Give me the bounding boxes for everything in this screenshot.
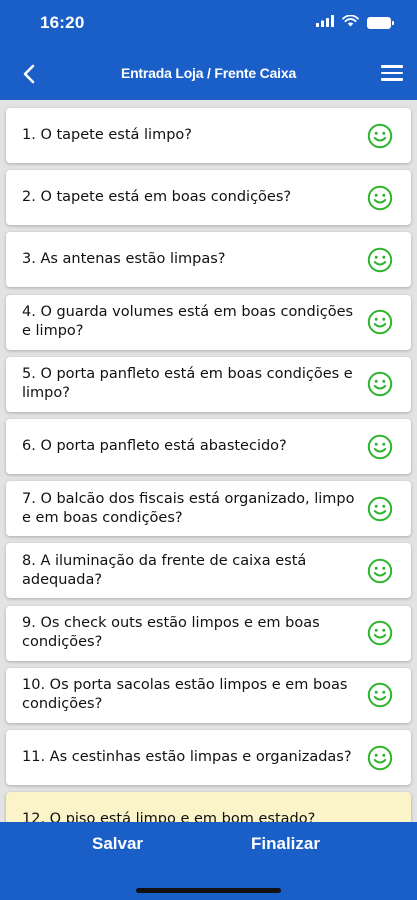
checklist-item[interactable]: 4. O guarda volumes está em boas condiçõ… bbox=[6, 294, 411, 350]
checklist-item-text: 3. As antenas estão limpas? bbox=[22, 251, 226, 268]
checklist-item[interactable]: 5. O porta panfleto está em boas condiçõ… bbox=[6, 356, 411, 412]
battery-icon bbox=[367, 17, 394, 29]
checklist-item[interactable]: 3. As antenas estão limpas? bbox=[6, 232, 411, 288]
checklist-item[interactable]: 10. Os porta sacolas estão limpos e em b… bbox=[6, 667, 411, 723]
checklist[interactable]: 1. O tapete está limpo? 2. O tapete está … bbox=[0, 100, 417, 822]
home-indicator bbox=[136, 888, 281, 893]
checklist-item-text: 2. O tapete está em boas condições? bbox=[22, 189, 292, 206]
checklist-item[interactable]: 8. A iluminação da frente de caixa está … bbox=[6, 543, 411, 599]
status-time: 16:20 bbox=[40, 13, 85, 32]
checklist-item-text: 11. As cestinhas estão limpas e organiza… bbox=[22, 749, 352, 765]
checklist-item[interactable]: 9. Os check outs estão limpos e em boas … bbox=[6, 605, 411, 661]
page-title: Entrada Loja / Frente Caixa bbox=[120, 65, 297, 81]
top-bar: 16:20 Entrada Loja / Frente Caixa bbox=[0, 0, 417, 100]
checklist-item-text: 4. O guarda volumes está em boas condiçõ… bbox=[22, 304, 354, 340]
finish-button[interactable]: Finalizar bbox=[251, 834, 320, 854]
checklist-item-text: 5. O porta panfleto está em boas condiçõ… bbox=[22, 366, 353, 402]
nav-bar: Entrada Loja / Frente Caixa bbox=[0, 56, 417, 92]
checklist-item[interactable]: 1. O tapete está limpo? bbox=[6, 108, 411, 163]
status-icons bbox=[316, 14, 394, 32]
checklist-item[interactable]: 12. O piso está limpo e em bom estado? bbox=[6, 792, 411, 822]
checklist-item[interactable]: 2. O tapete está em boas condições? bbox=[6, 170, 411, 226]
checklist-item-text: 7. O balcão dos fiscais está organizado,… bbox=[22, 490, 355, 526]
wifi-icon bbox=[342, 14, 359, 32]
checklist-item-text: 10. Os porta sacolas estão limpos e em b… bbox=[22, 677, 348, 713]
checklist-item-text: 6. O porta panfleto está abastecido? bbox=[22, 438, 287, 454]
checklist-item-text: 8. A iluminação da frente de caixa está … bbox=[22, 552, 307, 588]
checklist-item-text: 1. O tapete está limpo? bbox=[22, 127, 192, 143]
signal-icon bbox=[316, 14, 334, 32]
checklist-item[interactable]: 6. O porta panfleto está abastecido? bbox=[6, 419, 411, 474]
checklist-item[interactable]: 11. As cestinhas estão limpas e organiza… bbox=[6, 730, 411, 785]
bottom-bar: Salvar Finalizar bbox=[0, 822, 417, 900]
checklist-item-text: 9. Os check outs estão limpos e em boas … bbox=[22, 615, 320, 651]
menu-icon bbox=[381, 65, 403, 68]
menu-button[interactable] bbox=[381, 62, 403, 84]
checklist-item-text: 12. O piso está limpo e em bom estado? bbox=[22, 811, 316, 822]
checklist-item[interactable]: 7. O balcão dos fiscais está organizado,… bbox=[6, 481, 411, 537]
save-button[interactable]: Salvar bbox=[92, 834, 143, 854]
